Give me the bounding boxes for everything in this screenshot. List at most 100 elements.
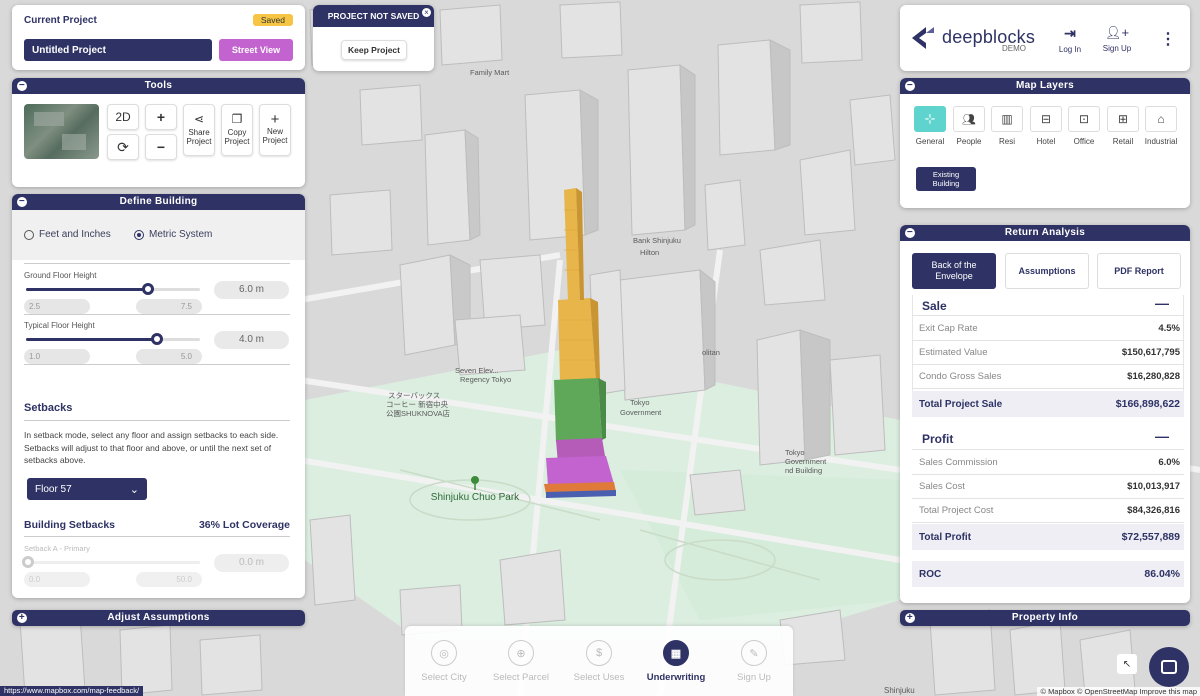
compass-icon[interactable]: ↖ [1117,654,1137,674]
new-project-button[interactable]: + New Project [259,104,291,156]
unit-metric-radio[interactable]: Metric System [134,229,212,240]
typical-max-pill: 5.0 [136,349,202,364]
profit-collapse-icon[interactable]: — [1155,428,1169,444]
layer-people[interactable]: 👥︎ People [953,106,985,146]
zoom-out-button[interactable]: − [145,134,177,160]
sale-collapse-icon[interactable]: — [1155,295,1169,311]
step-sign-up[interactable]: ✎ Sign Up [714,640,794,683]
return-analysis-panel: − Return Analysis Back of the Envelope As… [900,225,1190,603]
ground-floor-slider[interactable] [26,283,200,295]
project-name-field[interactable]: Untitled Project [24,39,212,61]
map-label-family: Family Mart [470,68,510,77]
floor-select[interactable]: Floor 57 ⌄ [27,478,147,500]
close-icon[interactable]: × [422,8,431,17]
define-building-panel: − Define Building Feet and Inches Metric … [12,194,305,598]
satellite-thumbnail[interactable] [24,104,99,159]
tab-back-of-envelope[interactable]: Back of the Envelope [912,253,996,289]
map-label-starbucks3: 公園SHUKNOVA店 [386,408,451,418]
total-project-sale-row: Total Project Sale $166,898,622 [912,391,1184,417]
map-label-seven: Seven Elev... [455,366,499,375]
sale-row-label: Estimated Value [919,347,988,358]
typical-floor-value[interactable]: 4.0 m [214,331,289,349]
signup-step-icon: ✎ [741,640,767,666]
copy-project-button[interactable]: ❐ Copy Project [221,104,253,156]
layer-general[interactable]: ⊹ General [914,106,946,146]
view-2d-button[interactable]: 2D [107,104,139,130]
map-label-bank: Bank Shinjuku [633,236,681,245]
deepblocks-logo-icon [912,27,934,49]
map-layers-title: Map Layers [1015,80,1075,91]
layer-hotel[interactable]: ⊟ Hotel [1030,106,1062,146]
more-menu-icon[interactable]: ⋮ [1160,29,1176,49]
keep-project-button[interactable]: Keep Project [341,40,407,60]
collapse-icon[interactable]: − [905,81,915,91]
login-icon: ⇥ [1064,25,1076,41]
step-underwriting[interactable]: ▦ Underwriting [636,640,716,683]
profit-row-label: Sales Cost [919,481,965,492]
define-building-title: Define Building [119,196,198,207]
expand-icon[interactable]: + [17,613,27,623]
map-feedback-link[interactable]: https://www.mapbox.com/map-feedback/ [0,686,144,696]
typical-min-pill: 1.0 [24,349,90,364]
profit-row: Total Project Cost $84,326,816 [912,499,1184,523]
parcel-icon: ⊕ [508,640,534,666]
share-project-button[interactable]: ⋖ Share Project [183,104,215,156]
setback-a-max: 50.0 [136,572,202,587]
layer-retail[interactable]: ⊞ Retail [1107,106,1139,146]
typical-floor-label: Typical Floor Height [24,321,95,330]
layer-industrial[interactable]: ⌂ Industrial [1145,106,1177,146]
general-icon: ⊹ [914,106,946,132]
layer-office[interactable]: ⊡ Office [1068,106,1100,146]
typical-floor-slider[interactable] [26,333,200,345]
property-info-panel[interactable]: + Property Info [900,610,1190,626]
tab-assumptions[interactable]: Assumptions [1005,253,1089,289]
unit-feet-radio[interactable]: Feet and Inches [24,229,111,240]
collapse-icon[interactable]: − [905,228,915,238]
tree-icon [471,476,479,484]
map-layers-panel: − Map Layers ⊹ General 👥︎ People ▥ Resi ⊟ Hot… [900,78,1190,208]
unsaved-notice: PROJECT NOT SAVED × Keep Project [313,5,434,71]
setback-a-value[interactable]: 0.0 m [214,554,289,572]
sale-row: Condo Gross Sales $16,280,828 [912,365,1184,389]
map-label-gov5: nd Building [785,466,822,475]
ground-floor-value[interactable]: 6.0 m [214,281,289,299]
sale-row: Estimated Value $150,617,795 [912,341,1184,365]
profit-row-value: $10,013,917 [1127,481,1180,492]
hotel-icon: ⊟ [1030,106,1062,132]
brand-panel: deepblocks DEMO ⇥ Log In 👤︎+ Sign Up ⋮ [900,5,1190,71]
residential-icon: ▥ [991,106,1023,132]
existing-building-button[interactable]: Existing Building [916,167,976,191]
sale-row: Exit Cap Rate 4.5% [912,317,1184,341]
step-select-parcel[interactable]: ⊕ Select Parcel [481,640,561,683]
brand-demo: DEMO [1002,44,1026,53]
chat-button[interactable] [1149,647,1189,687]
rotate-icon[interactable]: ⟳ [107,134,139,160]
chevron-down-icon: ⌄ [129,483,139,496]
total-profit-row: Total Profit $72,557,889 [912,524,1184,550]
step-select-city[interactable]: ◎ Select City [404,640,484,683]
profit-row-label: Total Project Cost [919,505,994,516]
step-select-uses[interactable]: $ Select Uses [559,640,639,683]
sale-row-label: Condo Gross Sales [919,371,1002,382]
collapse-icon[interactable]: − [17,81,27,91]
login-button[interactable]: ⇥ Log In [1055,25,1085,54]
tab-pdf-report[interactable]: PDF Report [1097,253,1181,289]
expand-icon[interactable]: + [905,613,915,623]
zoom-in-button[interactable]: + [145,104,177,130]
street-view-button[interactable]: Street View [219,39,293,61]
layer-resi[interactable]: ▥ Resi [991,106,1023,146]
collapse-icon[interactable]: − [17,197,27,207]
setback-a-slider[interactable] [22,556,200,568]
share-icon: ⋖ [193,111,205,126]
signup-button[interactable]: 👤︎+ Sign Up [1100,25,1134,53]
plus-icon: + [270,111,280,128]
globe-icon: ◎ [431,640,457,666]
map-attribution[interactable]: © Mapbox © OpenStreetMap Improve this ma… [1037,687,1200,696]
sale-row-label: Exit Cap Rate [919,323,978,334]
adjust-assumptions-panel[interactable]: + Adjust Assumptions [12,610,305,626]
map-label-politan: olitan [702,348,720,357]
sale-row-value: 4.5% [1158,323,1180,334]
setbacks-title: Setbacks [24,402,73,414]
underwriting-icon: ▦ [663,640,689,666]
unsaved-title: PROJECT NOT SAVED [313,5,434,27]
